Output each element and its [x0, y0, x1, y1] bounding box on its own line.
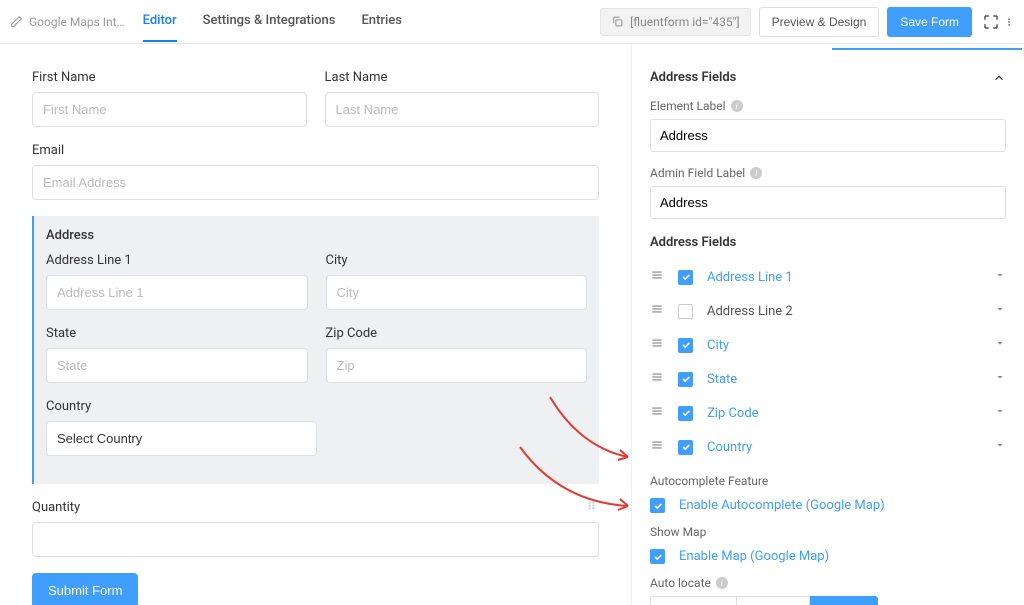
zip-input[interactable]: [326, 348, 588, 383]
panel-header[interactable]: Address Fields: [632, 64, 1024, 99]
info-icon: i: [750, 167, 762, 179]
auto-locate-header: Auto locate i: [650, 576, 1006, 590]
last-name-label: Last Name: [325, 70, 600, 85]
state-input[interactable]: [46, 348, 308, 383]
field-label: Country: [707, 440, 980, 455]
enable-autocomplete-checkbox[interactable]: [650, 498, 665, 513]
drag-handle-icon[interactable]: [650, 336, 664, 354]
settings-sidebar: Address Fields Element Label i Admin Fie…: [632, 44, 1024, 605]
address-block[interactable]: Address Address Line 1 City State Zip Co…: [32, 216, 599, 484]
more-icon[interactable]: [1004, 13, 1014, 31]
enable-autocomplete-label: Enable Autocomplete (Google Map): [679, 498, 885, 513]
email-label: Email: [32, 143, 599, 158]
address-field-row: State: [650, 362, 1006, 396]
country-label: Country: [46, 399, 317, 414]
quantity-input[interactable]: [32, 522, 599, 557]
preview-button[interactable]: Preview & Design: [759, 7, 880, 37]
drag-handle-icon[interactable]: [650, 370, 664, 388]
copy-icon: [611, 15, 624, 28]
fullscreen-icon[interactable]: [982, 13, 1000, 31]
chevron-down-icon[interactable]: [994, 337, 1006, 353]
chevron-up-icon: [992, 71, 1006, 85]
auto-locate-buttons: Page Load On Click Disable: [650, 596, 1006, 605]
enable-map-checkbox[interactable]: [650, 549, 665, 564]
auto-locate-pageload[interactable]: Page Load: [650, 596, 737, 605]
drag-handle-icon[interactable]: [650, 302, 664, 320]
auto-locate-disable[interactable]: Disable: [810, 596, 879, 605]
enable-map-label: Enable Map (Google Map): [679, 549, 829, 564]
submit-button[interactable]: Submit Form: [32, 573, 138, 605]
field-checkbox[interactable]: [678, 372, 693, 387]
first-name-input[interactable]: [32, 92, 307, 127]
chevron-down-icon[interactable]: [994, 303, 1006, 319]
city-input[interactable]: [326, 275, 588, 310]
field-checkbox[interactable]: [678, 338, 693, 353]
chevron-down-icon[interactable]: [994, 269, 1006, 285]
address-field-row: City: [650, 328, 1006, 362]
field-label: Address Line 1: [707, 270, 980, 285]
address-line1-input[interactable]: [46, 275, 308, 310]
address-field-row: Country: [650, 430, 1006, 464]
chevron-down-icon[interactable]: [994, 405, 1006, 421]
state-label: State: [46, 326, 308, 341]
drag-handle-icon[interactable]: [650, 404, 664, 422]
show-map-header: Show Map: [650, 525, 1006, 539]
form-canvas: First Name Last Name Email Address Addre…: [0, 44, 632, 605]
autocomplete-header: Autocomplete Feature: [650, 474, 1006, 488]
info-icon: i: [716, 577, 728, 589]
quantity-label: Quantity: [32, 500, 599, 515]
pencil-icon: [10, 15, 23, 28]
shortcode-box[interactable]: [fluentform id="435"]: [600, 8, 750, 36]
field-label: Zip Code: [707, 406, 980, 421]
address-fields-header: Address Fields: [650, 235, 1006, 250]
field-label: City: [707, 338, 980, 353]
info-icon: i: [731, 100, 743, 112]
address-field-row: Address Line 2: [650, 294, 1006, 328]
city-label: City: [326, 253, 588, 268]
auto-locate-onclick[interactable]: On Click: [737, 596, 810, 605]
field-checkbox[interactable]: [678, 304, 693, 319]
country-select[interactable]: [46, 421, 317, 456]
admin-label-input[interactable]: [650, 186, 1006, 219]
field-label: Address Line 2: [707, 304, 980, 319]
chevron-down-icon[interactable]: [994, 439, 1006, 455]
address-line1-label: Address Line 1: [46, 253, 308, 268]
save-button[interactable]: Save Form: [887, 7, 972, 37]
tab-editor[interactable]: Editor: [143, 1, 177, 42]
drag-handle-icon[interactable]: [650, 438, 664, 456]
address-field-row: Zip Code: [650, 396, 1006, 430]
element-label-input[interactable]: [650, 119, 1006, 152]
chevron-down-icon[interactable]: [994, 371, 1006, 387]
element-label-header: Element Label i: [650, 99, 1006, 113]
field-checkbox[interactable]: [678, 406, 693, 421]
field-label: State: [707, 372, 980, 387]
breadcrumb: Google Maps Int…: [10, 15, 125, 29]
address-field-row: Address Line 1: [650, 260, 1006, 294]
drag-icon: [586, 500, 597, 515]
drag-handle-icon[interactable]: [650, 268, 664, 286]
tab-entries[interactable]: Entries: [361, 1, 401, 42]
tab-settings[interactable]: Settings & Integrations: [203, 1, 336, 42]
field-checkbox[interactable]: [678, 440, 693, 455]
admin-label-header: Admin Field Label i: [650, 166, 1006, 180]
first-name-label: First Name: [32, 70, 307, 85]
zip-label: Zip Code: [326, 326, 588, 341]
field-checkbox[interactable]: [678, 270, 693, 285]
email-input[interactable]: [32, 165, 599, 200]
last-name-input[interactable]: [325, 92, 600, 127]
address-title: Address: [46, 228, 587, 243]
